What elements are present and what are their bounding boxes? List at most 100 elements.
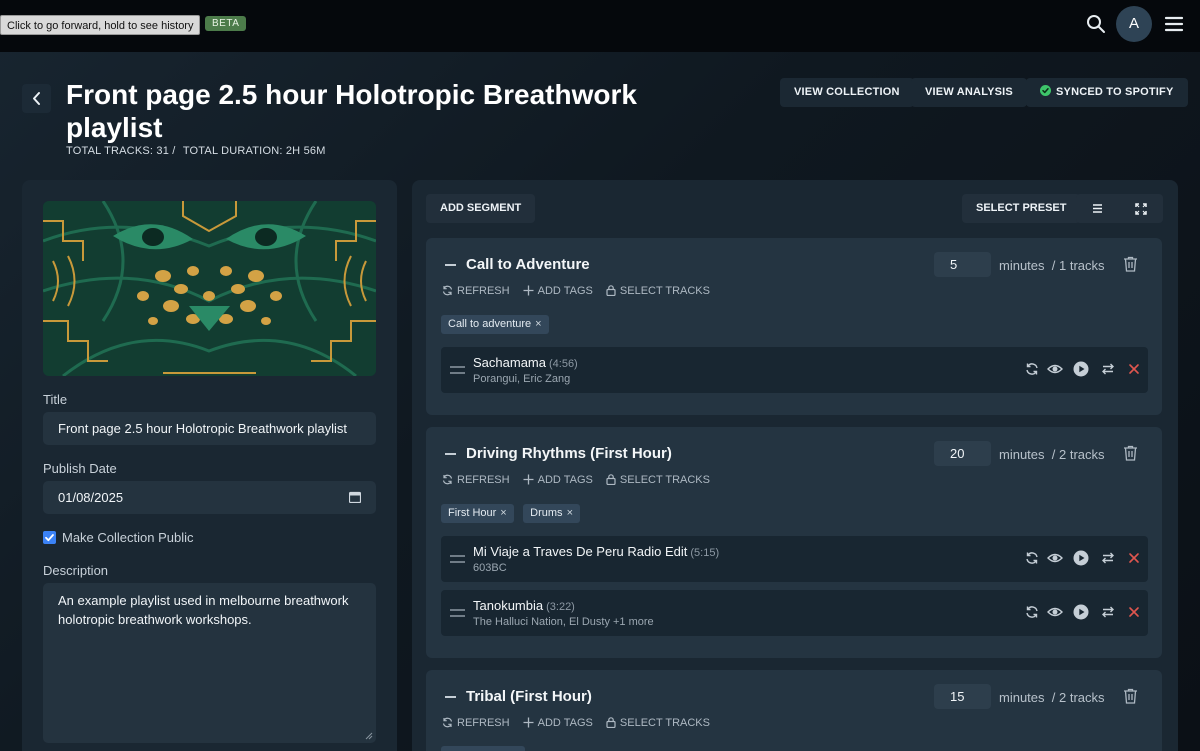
select-tracks-button[interactable]: SELECT TRACKS: [606, 285, 710, 297]
remove-track-icon[interactable]: [1126, 361, 1142, 377]
plus-icon: [523, 285, 534, 296]
swap-icon[interactable]: [1100, 550, 1116, 566]
play-icon[interactable]: [1073, 550, 1089, 566]
tracks-count: / 2 tracks: [1051, 447, 1105, 462]
description-textarea[interactable]: An example playlist used in melbourne br…: [43, 583, 376, 743]
refresh-label: REFRESH: [457, 474, 510, 486]
checkmark-icon: [45, 534, 54, 542]
total-duration: TOTAL DURATION: 2H 56M: [182, 145, 326, 157]
replace-track-icon[interactable]: [1024, 604, 1040, 620]
publish-date-input[interactable]: 01/08/2025: [43, 481, 376, 514]
minutes-input[interactable]: 5: [934, 252, 991, 277]
segments-panel: ADD SEGMENT SELECT PRESET Call to Advent…: [412, 180, 1178, 751]
segment-card: Call to Adventure 5 minutes / 1 tracks R…: [426, 238, 1162, 415]
collapse-icon[interactable]: [445, 696, 456, 698]
resize-handle-icon[interactable]: [365, 732, 373, 740]
tag-label: Drums: [530, 507, 563, 519]
collapse-icon[interactable]: [445, 453, 456, 455]
select-preset-button[interactable]: SELECT PRESET: [962, 194, 1081, 223]
segment-tags: First Hour × Drums ×: [441, 503, 585, 523]
tag-chip[interactable]: First Hour ×: [441, 504, 514, 523]
track-row[interactable]: Mi Viaje a Traves De Peru Radio Edit (5:1…: [441, 536, 1148, 582]
remove-track-icon[interactable]: [1126, 550, 1142, 566]
minutes-input[interactable]: 20: [934, 441, 991, 466]
synced-to-spotify-button[interactable]: SYNCED TO SPOTIFY: [1026, 78, 1188, 107]
track-row[interactable]: Sachamama (4:56) Porangui, Eric Zang: [441, 347, 1148, 393]
make-public-label[interactable]: Make Collection Public: [62, 530, 194, 545]
title-label: Title: [43, 392, 68, 407]
minutes-label: minutes: [999, 690, 1045, 705]
play-icon[interactable]: [1073, 361, 1089, 377]
select-tracks-button[interactable]: SELECT TRACKS: [606, 474, 710, 486]
track-name: Sachamama: [473, 355, 546, 370]
hamburger-menu-icon[interactable]: [1163, 13, 1185, 35]
minutes-input[interactable]: 15: [934, 684, 991, 709]
publish-date-value: 01/08/2025: [58, 490, 124, 505]
track-name: Mi Viaje a Traves De Peru Radio Edit: [473, 544, 688, 559]
refresh-button[interactable]: REFRESH: [442, 285, 510, 297]
select-tracks-button[interactable]: SELECT TRACKS: [606, 717, 710, 729]
list-view-icon[interactable]: [1092, 203, 1103, 214]
expand-icon[interactable]: [1135, 203, 1147, 215]
eye-icon[interactable]: [1047, 550, 1063, 566]
swap-icon[interactable]: [1100, 604, 1116, 620]
segment-duration-summary: minutes / 2 tracks: [999, 447, 1105, 462]
trash-icon[interactable]: [1123, 445, 1138, 461]
select-tracks-label: SELECT TRACKS: [619, 285, 710, 297]
remove-tag-icon[interactable]: ×: [567, 507, 573, 519]
tag-chip[interactable]: Drums ×: [523, 504, 580, 523]
remove-tag-icon[interactable]: ×: [535, 318, 541, 330]
refresh-button[interactable]: REFRESH: [442, 474, 510, 486]
segment-card: Driving Rhythms (First Hour) 20 minutes …: [426, 427, 1162, 658]
page-title: Front page 2.5 hour Holotropic Breathwor…: [66, 79, 637, 143]
calendar-icon[interactable]: [349, 491, 361, 503]
view-collection-button[interactable]: VIEW COLLECTION: [780, 78, 914, 107]
collection-stats: TOTAL TRACKS: 31 / TOTAL DURATION: 2H 56…: [66, 145, 326, 157]
drag-handle-icon[interactable]: [450, 555, 465, 563]
remove-tag-icon[interactable]: ×: [500, 507, 506, 519]
refresh-button[interactable]: REFRESH: [442, 717, 510, 729]
remove-track-icon[interactable]: [1126, 604, 1142, 620]
track-artist: Porangui, Eric Zang: [473, 373, 571, 385]
title-input[interactable]: Front page 2.5 hour Holotropic Breathwor…: [43, 412, 376, 445]
replace-track-icon[interactable]: [1024, 361, 1040, 377]
view-analysis-button[interactable]: VIEW ANALYSIS: [911, 78, 1027, 107]
swap-icon[interactable]: [1100, 361, 1116, 377]
track-duration: (5:15): [690, 547, 720, 559]
search-icon[interactable]: [1085, 13, 1107, 35]
add-tags-button[interactable]: ADD TAGS: [523, 285, 593, 297]
eye-icon[interactable]: [1047, 361, 1063, 377]
total-tracks: TOTAL TRACKS: 31 /: [66, 145, 176, 157]
make-public-checkbox[interactable]: [43, 531, 56, 544]
cover-artwork[interactable]: [43, 201, 376, 376]
track-title: Tanokumbia (3:22): [473, 598, 575, 613]
top-bar: Click to go forward, hold to see history…: [0, 0, 1200, 52]
track-title: Sachamama (4:56): [473, 355, 578, 370]
segment-actions: REFRESH ADD TAGS SELECT TRACKS: [442, 474, 720, 486]
collapse-icon[interactable]: [445, 264, 456, 266]
track-row[interactable]: Tanokumbia (3:22) The Halluci Nation, El …: [441, 590, 1148, 636]
eye-icon[interactable]: [1047, 604, 1063, 620]
replace-track-icon[interactable]: [1024, 550, 1040, 566]
description-label: Description: [43, 563, 109, 578]
tag-chip[interactable]: Call to adventure ×: [441, 315, 549, 334]
tag-chip[interactable]: [441, 746, 525, 751]
lock-icon: [606, 474, 616, 486]
avatar[interactable]: A: [1116, 6, 1152, 42]
drag-handle-icon[interactable]: [450, 366, 465, 374]
segment-duration-summary: minutes / 2 tracks: [999, 690, 1105, 705]
back-button[interactable]: [22, 84, 51, 113]
trash-icon[interactable]: [1123, 256, 1138, 272]
minutes-label: minutes: [999, 447, 1045, 462]
tag-label: Call to adventure: [448, 318, 532, 330]
add-tags-label: ADD TAGS: [537, 285, 593, 297]
drag-handle-icon[interactable]: [450, 609, 465, 617]
trash-icon[interactable]: [1123, 688, 1138, 704]
track-duration: (3:22): [546, 601, 575, 613]
track-artist: 603BC: [473, 562, 507, 574]
add-tags-button[interactable]: ADD TAGS: [523, 474, 593, 486]
play-icon[interactable]: [1073, 604, 1089, 620]
segment-title: Tribal (First Hour): [466, 688, 592, 705]
add-segment-button[interactable]: ADD SEGMENT: [426, 194, 536, 223]
add-tags-button[interactable]: ADD TAGS: [523, 717, 593, 729]
